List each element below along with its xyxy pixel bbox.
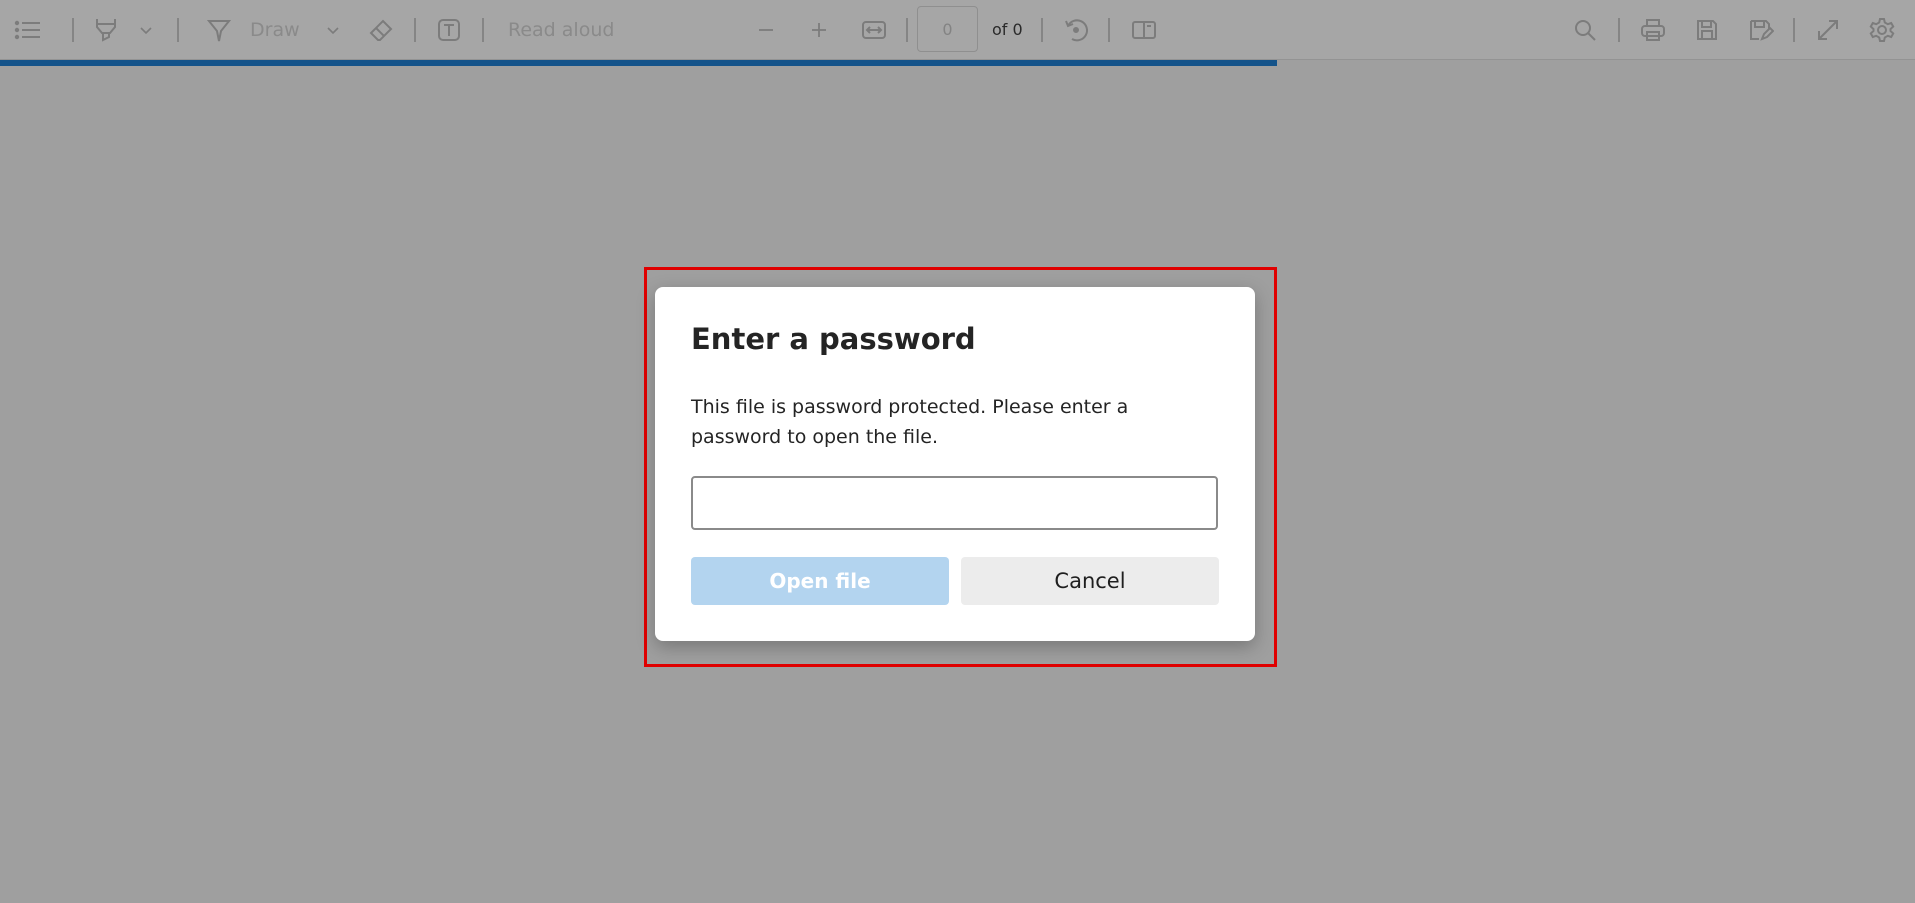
read-aloud-button[interactable]: Read aloud: [508, 19, 614, 41]
eraser-icon[interactable]: [366, 12, 396, 48]
toolbar-divider: [1108, 18, 1110, 42]
toolbar-divider: [72, 18, 74, 42]
open-file-button[interactable]: Open file: [691, 557, 949, 605]
save-icon[interactable]: [1692, 12, 1722, 48]
chevron-down-icon[interactable]: [136, 12, 156, 48]
pdf-toolbar: Draw Read aloud 0 of 0: [0, 0, 1915, 60]
search-icon[interactable]: [1570, 12, 1600, 48]
draw-label[interactable]: Draw: [250, 19, 300, 41]
highlighter-icon[interactable]: [90, 12, 122, 48]
print-icon[interactable]: [1638, 12, 1668, 48]
text-box-icon[interactable]: [434, 12, 464, 48]
page-view-icon[interactable]: [1129, 12, 1159, 48]
plus-icon[interactable]: [805, 12, 833, 48]
password-input[interactable]: [691, 476, 1218, 530]
minus-icon[interactable]: [752, 12, 780, 48]
rotate-icon[interactable]: [1061, 12, 1091, 48]
loading-progress-bar: [0, 60, 1915, 66]
chevron-down-icon[interactable]: [323, 12, 343, 48]
toolbar-divider: [1618, 18, 1620, 42]
dialog-message: This file is password protected. Please …: [691, 396, 1129, 448]
list-icon[interactable]: [10, 12, 46, 48]
toolbar-divider: [482, 18, 484, 42]
cancel-button[interactable]: Cancel: [961, 557, 1219, 605]
password-dialog: Enter a password This file is password p…: [655, 287, 1255, 641]
page-count-label: of 0: [992, 20, 1023, 39]
toolbar-divider: [1041, 18, 1043, 42]
pen-icon[interactable]: [204, 12, 234, 48]
loading-progress-fill: [0, 60, 1278, 66]
fit-width-icon[interactable]: [859, 12, 889, 48]
toolbar-divider: [906, 18, 908, 42]
expand-icon[interactable]: [1813, 12, 1843, 48]
toolbar-divider: [1793, 18, 1795, 42]
dialog-title: Enter a password: [691, 322, 976, 356]
page-number-input[interactable]: [917, 6, 978, 52]
toolbar-divider: [177, 18, 179, 42]
toolbar-divider: [414, 18, 416, 42]
save-as-icon[interactable]: [1746, 12, 1776, 48]
gear-icon[interactable]: [1866, 12, 1898, 48]
